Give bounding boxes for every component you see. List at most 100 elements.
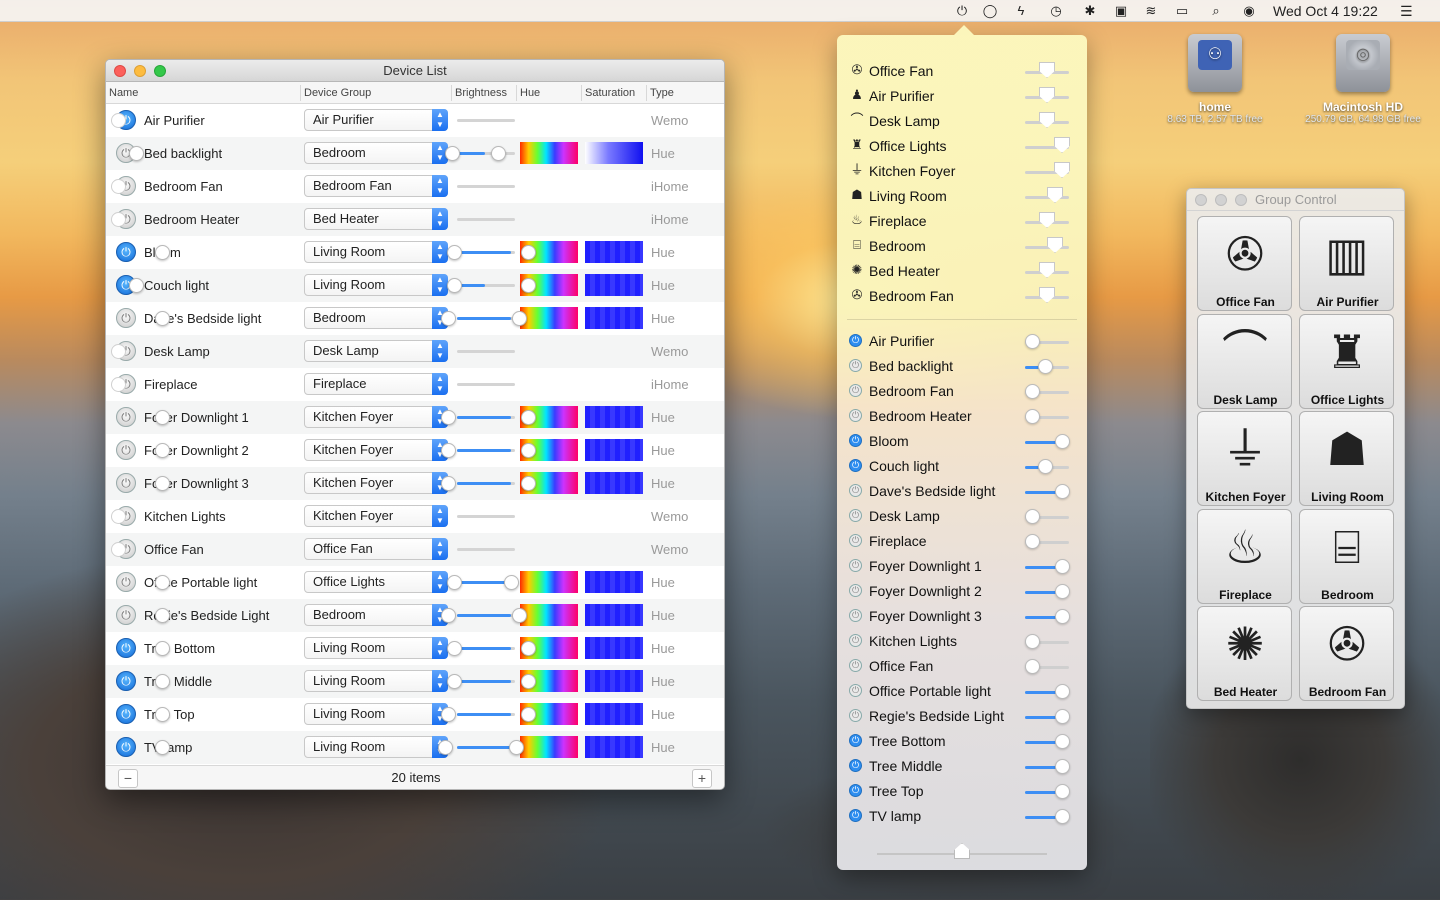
table-row[interactable]: ⏻ Couch light Living Room ▲ ▼ Hue [106, 269, 724, 302]
device-slider-knob[interactable] [1055, 609, 1070, 624]
group-slider-track[interactable] [1025, 246, 1069, 249]
table-row[interactable]: ⏻ Tree Middle Living Room ▲ ▼ Hue [106, 665, 724, 698]
saturation-color-bar[interactable] [585, 439, 643, 461]
device-slider-knob[interactable] [1055, 759, 1070, 774]
siri-icon[interactable]: ◉ [1241, 3, 1257, 19]
device-group-select[interactable]: Office Lights ▲ ▼ [304, 571, 448, 593]
power-toggle-icon[interactable]: ⏻ [116, 308, 136, 328]
saturation-color-bar[interactable] [585, 472, 643, 494]
brightness-slider-track[interactable] [457, 119, 515, 122]
table-row[interactable]: ⏻ Bed backlight Bedroom ▲ ▼ Hue [106, 137, 724, 170]
power-icon[interactable]: ⏻ [849, 684, 862, 697]
power-toggle-icon[interactable]: ⏻ [116, 638, 136, 658]
popover-device-item[interactable]: ⏻ Office Fan [847, 654, 1082, 679]
power-icon[interactable]: ⏻ [849, 559, 862, 572]
popover-group-item[interactable]: ✇ Office Fan [847, 59, 1082, 84]
saturation-slider-knob[interactable] [509, 740, 524, 755]
battery-icon[interactable]: ▣ [1113, 3, 1129, 19]
popover-device-item[interactable]: ⏻ Fireplace [847, 529, 1082, 554]
group-slider-knob[interactable] [1047, 187, 1063, 203]
popover-group-item[interactable]: ♜ Office Lights [847, 134, 1082, 159]
popover-device-item[interactable]: ⏻ Bed backlight [847, 354, 1082, 379]
saturation-slider-knob[interactable] [512, 311, 527, 326]
saturation-color-bar[interactable] [585, 736, 643, 758]
popover-group-item[interactable]: ✺ Bed Heater [847, 259, 1082, 284]
device-slider-knob[interactable] [1055, 484, 1070, 499]
hue-slider-knob[interactable] [447, 575, 462, 590]
brightness-slider-knob[interactable] [111, 542, 126, 557]
popover-device-item[interactable]: ⏻ Kitchen Lights [847, 629, 1082, 654]
device-group-select[interactable]: Bedroom ▲ ▼ [304, 307, 448, 329]
power-icon[interactable]: ⏻ [849, 509, 862, 522]
power-toggle-icon[interactable]: ⏻ [116, 407, 136, 427]
saturation-color-bar[interactable] [585, 274, 643, 296]
group-tile[interactable]: ▥ Air Purifier [1299, 216, 1394, 311]
device-slider-knob[interactable] [1025, 534, 1040, 549]
popover-device-item[interactable]: ⏻ Office Portable light [847, 679, 1082, 704]
add-device-button[interactable]: + [692, 769, 712, 788]
popover-device-item[interactable]: ⏻ Desk Lamp [847, 504, 1082, 529]
desktop-home-drive[interactable]: ⚇ home 8.63 TB, 2.57 TB free [1140, 34, 1290, 125]
saturation-slider-knob[interactable] [521, 641, 536, 656]
popover-device-item[interactable]: ⏻ Air Purifier [847, 329, 1082, 354]
brightness-slider-knob[interactable] [111, 212, 126, 227]
minimize-button[interactable] [1215, 194, 1227, 206]
saturation-slider-knob[interactable] [521, 443, 536, 458]
power-icon[interactable]: ⏻ [849, 809, 862, 822]
table-row[interactable]: ⏻ Foyer Downlight 2 Kitchen Foyer ▲ ▼ Hue [106, 434, 724, 467]
brightness-slider-track[interactable] [457, 515, 515, 518]
hue-color-bar[interactable] [520, 142, 578, 164]
hue-slider-knob[interactable] [441, 476, 456, 491]
hue-slider-knob[interactable] [441, 608, 456, 623]
brightness-slider-knob[interactable] [111, 113, 126, 128]
group-slider-knob[interactable] [1054, 137, 1070, 153]
power-toggle-icon[interactable]: ⏻ [116, 737, 136, 757]
hue-slider-knob[interactable] [447, 245, 462, 260]
group-control-titlebar[interactable]: Group Control [1187, 189, 1404, 211]
popover-device-item[interactable]: ⏻ Regie's Bedside Light [847, 704, 1082, 729]
close-button[interactable] [114, 65, 126, 77]
popover-device-item[interactable]: ⏻ Foyer Downlight 3 [847, 604, 1082, 629]
saturation-slider-knob[interactable] [521, 476, 536, 491]
power-toggle-icon[interactable]: ⏻ [116, 605, 136, 625]
group-slider-knob[interactable] [1054, 162, 1070, 178]
window-titlebar[interactable]: Device List [106, 60, 724, 82]
popover-group-item[interactable]: ♨ Fireplace [847, 209, 1082, 234]
table-row[interactable]: ⏻ Desk Lamp Desk Lamp ▲ ▼ Wemo [106, 335, 724, 368]
power-icon[interactable]: ⏻ [849, 609, 862, 622]
brightness-slider-knob[interactable] [155, 674, 170, 689]
device-group-select[interactable]: Living Room ▲▼ [304, 637, 448, 659]
device-group-select[interactable]: Bed Heater ▲ ▼ [304, 208, 448, 230]
column-header-hue[interactable]: Hue [520, 87, 540, 99]
chat-icon[interactable]: ◯ [982, 3, 998, 19]
saturation-slider-knob[interactable] [521, 278, 536, 293]
device-slider-knob[interactable] [1025, 409, 1040, 424]
power-toggle-icon[interactable]: ⏻ [116, 473, 136, 493]
popover-device-item[interactable]: ⏻ Bedroom Heater [847, 404, 1082, 429]
table-row[interactable]: ⏻ Office Fan Office Fan ▲ ▼ Wemo [106, 533, 724, 566]
brightness-slider-knob[interactable] [155, 311, 170, 326]
power-toggle-icon[interactable]: ⏻ [116, 440, 136, 460]
brightness-slider-knob[interactable] [155, 575, 170, 590]
device-slider-knob[interactable] [1055, 709, 1070, 724]
device-slider-knob[interactable] [1055, 734, 1070, 749]
popover-device-item[interactable]: ⏻ Tree Bottom [847, 729, 1082, 754]
saturation-color-bar[interactable] [585, 307, 643, 329]
power-icon[interactable]: ⏻ [849, 584, 862, 597]
saturation-slider-knob[interactable] [521, 245, 536, 260]
popover-group-item[interactable]: ♟ Air Purifier [847, 84, 1082, 109]
power-icon[interactable]: ⏻ [849, 784, 862, 797]
power-icon[interactable]: ⏻ [849, 359, 862, 372]
popover-group-item[interactable]: ⌸ Bedroom [847, 234, 1082, 259]
power-toggle-icon[interactable]: ⏻ [116, 671, 136, 691]
table-row[interactable]: ⏻Tree TopLiving Room▲▼Hue [106, 698, 724, 731]
brightness-slider-knob[interactable] [111, 179, 126, 194]
popover-device-item[interactable]: ⏻ Bedroom Fan [847, 379, 1082, 404]
group-slider-knob[interactable] [1047, 237, 1063, 253]
brightness-slider-knob[interactable] [111, 377, 126, 392]
device-slider-knob[interactable] [1038, 359, 1053, 374]
minimize-button[interactable] [134, 65, 146, 77]
table-row[interactable]: ⏻ Kitchen Lights Kitchen Foyer ▲ ▼ Wemo [106, 500, 724, 533]
power-icon[interactable]: ⏻ [849, 459, 862, 472]
device-group-select[interactable]: Office Fan ▲ ▼ [304, 538, 448, 560]
